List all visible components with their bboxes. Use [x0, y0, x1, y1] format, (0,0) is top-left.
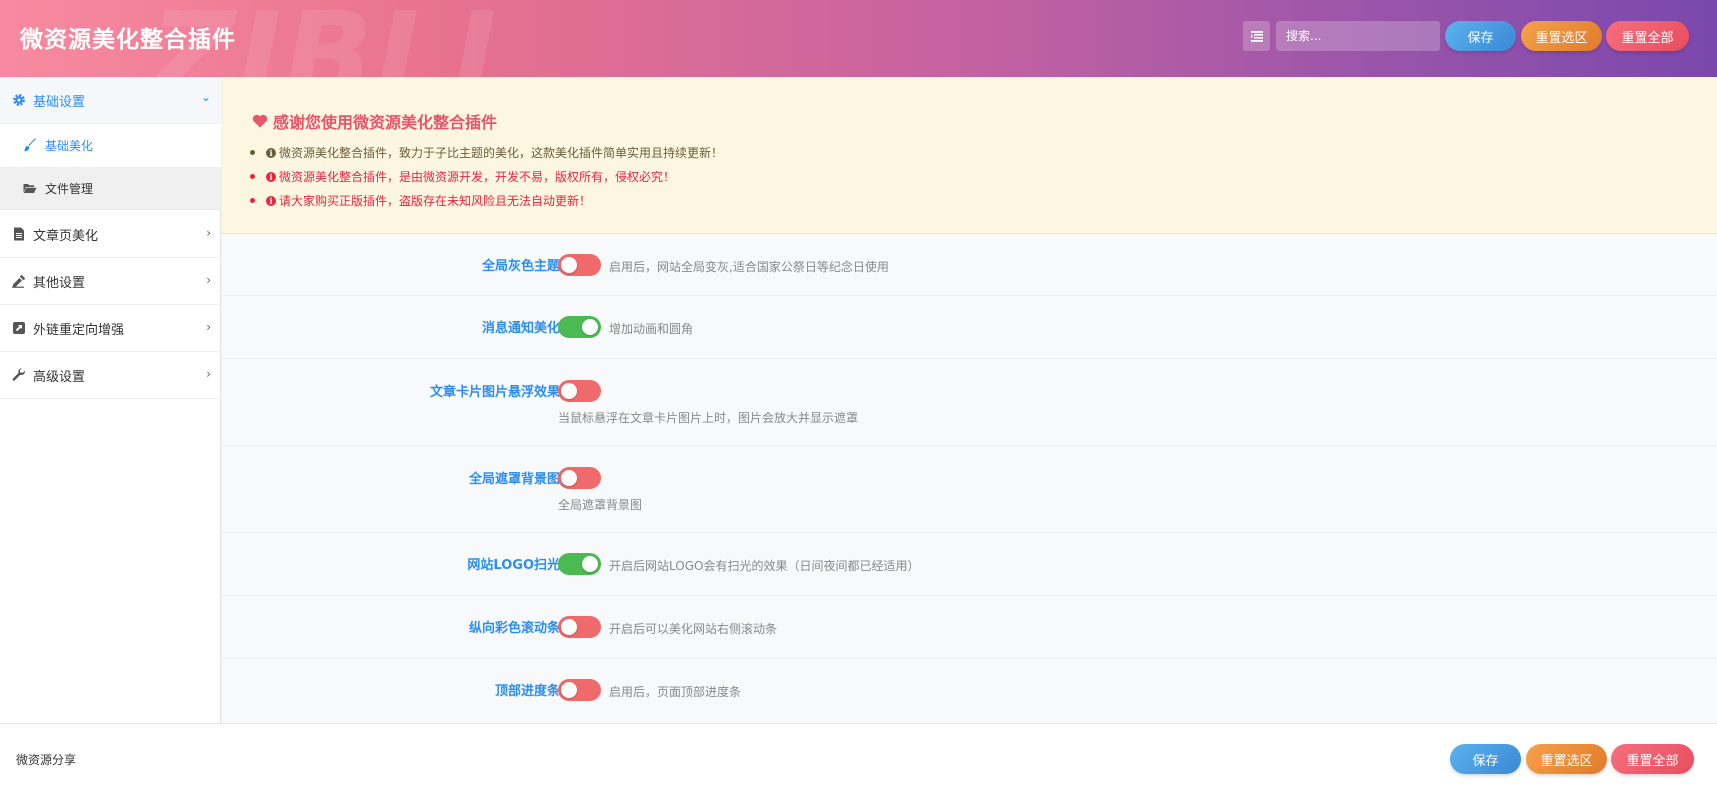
heart-icon	[252, 114, 268, 128]
info-icon: i	[266, 195, 276, 206]
app-header: ZIBLL 微资源美化整合插件 保存 重置选区 重置全部	[0, 0, 1717, 77]
setting-description: 增加动画和圆角	[609, 322, 694, 336]
setting-row-notification-beautify: 消息通知美化 增加动画和圆角	[222, 296, 1717, 359]
toggle-switch[interactable]	[558, 553, 601, 575]
chevron-right-icon: ›	[206, 226, 211, 240]
setting-row-global-gray: 全局灰色主题 启用后，网站全局变灰,适合国家公祭日等纪念日使用	[222, 234, 1717, 296]
setting-row-color-scrollbar: 纵向彩色滚动条 开启后可以美化网站右侧滚动条	[222, 596, 1717, 659]
sidebar-item-external-link[interactable]: 外链重定向增强 ›	[0, 305, 221, 352]
notice-title: 感谢您使用微资源美化整合插件	[252, 109, 497, 133]
notice-bullet: i 请大家购买正版插件，盗版存在未知风险且无法自动更新！	[250, 192, 591, 209]
sidebar-item-label: 其他设置	[33, 275, 86, 291]
chevron-right-icon: ›	[206, 273, 211, 287]
sidebar-subitem-label: 基础美化	[45, 139, 94, 153]
chevron-down-icon: ⌄	[200, 90, 211, 104]
setting-description: 开启后网站LOGO会有扫光的效果（日间夜间都已经适用）	[609, 559, 920, 573]
footer-text: 微资源分享	[16, 753, 77, 767]
setting-label: 全局遮罩背景图	[468, 472, 560, 487]
setting-row-mask-background: 全局遮罩背景图 全局遮罩背景图	[222, 446, 1717, 533]
notice-bullet: i 微资源美化整合插件，是由微资源开发，开发不易，版权所有，侵权必究！	[250, 168, 675, 185]
setting-label: 消息通知美化	[481, 321, 560, 336]
sidebar-item-article-beautify[interactable]: 文章页美化 ›	[0, 211, 221, 258]
toggle-switch[interactable]	[558, 616, 601, 638]
setting-label: 全局灰色主题	[481, 259, 560, 274]
toggle-switch[interactable]	[558, 467, 601, 489]
footer-bar: 微资源分享 保存 重置选区 重置全部	[0, 723, 1717, 794]
sidebar-item-label: 外链重定向增强	[33, 322, 125, 338]
info-icon: i	[266, 147, 276, 158]
footer-save-button[interactable]: 保存	[1450, 744, 1521, 774]
chevron-right-icon: ›	[206, 367, 211, 381]
external-link-icon	[12, 321, 26, 335]
sidebar: 基础设置 ⌄ 基础美化 文件管理 文章页美化 › 其他设置 › 外链重定向增强 …	[0, 77, 221, 723]
setting-label: 网站LOGO扫光	[467, 558, 560, 573]
setting-description: 全局遮罩背景图	[558, 498, 643, 512]
eyedropper-icon	[12, 274, 26, 288]
list-icon[interactable]	[1243, 21, 1270, 51]
setting-row-logo-shine: 网站LOGO扫光 开启后网站LOGO会有扫光的效果（日间夜间都已经适用）	[222, 533, 1717, 596]
toggle-switch[interactable]	[558, 316, 601, 338]
file-text-icon	[12, 227, 26, 241]
sidebar-item-other-settings[interactable]: 其他设置 ›	[0, 258, 221, 305]
chevron-right-icon: ›	[206, 320, 211, 334]
app-title: 微资源美化整合插件	[20, 27, 236, 53]
setting-label: 纵向彩色滚动条	[468, 621, 560, 636]
notice-title-text: 感谢您使用微资源美化整合插件	[273, 113, 498, 132]
sidebar-item-label: 基础设置	[33, 94, 86, 110]
setting-description: 当鼠标悬浮在文章卡片图片上时，图片会放大并显示遮罩	[558, 411, 859, 425]
notice-bullet-text: 请大家购买正版插件，盗版存在未知风险且无法自动更新！	[279, 194, 592, 208]
setting-label: 顶部进度条	[494, 684, 560, 699]
notice-bullet-text: 微资源美化整合插件，是由微资源开发，开发不易，版权所有，侵权必究！	[279, 170, 676, 184]
search-input[interactable]	[1276, 21, 1440, 51]
toggle-switch[interactable]	[558, 380, 601, 402]
header-save-button[interactable]: 保存	[1445, 21, 1516, 51]
settings-content: 感谢您使用微资源美化整合插件 i 微资源美化整合插件，致力于子比主题的美化，这款…	[222, 77, 1717, 723]
brush-icon	[23, 138, 37, 152]
footer-reset-all-button[interactable]: 重置全部	[1611, 744, 1694, 774]
setting-row-top-progress: 顶部进度条 启用后，页面顶部进度条	[222, 659, 1717, 723]
header-reset-section-button[interactable]: 重置选区	[1521, 21, 1602, 51]
toggle-switch[interactable]	[558, 679, 601, 701]
sidebar-item-label: 高级设置	[33, 369, 86, 385]
notice-bullet: i 微资源美化整合插件，致力于子比主题的美化，这款美化插件简单实用且持续更新！	[250, 144, 723, 161]
toggle-switch[interactable]	[558, 254, 601, 276]
setting-description: 开启后可以美化网站右侧滚动条	[609, 622, 778, 636]
sidebar-subitem-basic-beautify[interactable]: 基础美化	[0, 124, 221, 167]
setting-row-card-hover: 文章卡片图片悬浮效果 当鼠标悬浮在文章卡片图片上时，图片会放大并显示遮罩	[222, 359, 1717, 446]
header-reset-all-button[interactable]: 重置全部	[1606, 21, 1689, 51]
setting-description: 启用后，网站全局变灰,适合国家公祭日等纪念日使用	[609, 260, 889, 274]
sidebar-subitem-file-manage[interactable]: 文件管理	[0, 167, 221, 210]
footer-reset-section-button[interactable]: 重置选区	[1526, 744, 1607, 774]
gear-icon	[12, 93, 26, 107]
setting-description: 启用后，页面顶部进度条	[609, 685, 742, 699]
info-icon: i	[266, 171, 276, 182]
setting-label: 文章卡片图片悬浮效果	[429, 385, 560, 400]
sidebar-item-label: 文章页美化	[33, 228, 99, 244]
folder-open-icon	[23, 181, 37, 195]
sidebar-item-basic-settings[interactable]: 基础设置 ⌄	[0, 77, 221, 124]
notice-bullet-text: 微资源美化整合插件，致力于子比主题的美化，这款美化插件简单实用且持续更新！	[279, 146, 724, 160]
notice-panel: 感谢您使用微资源美化整合插件 i 微资源美化整合插件，致力于子比主题的美化，这款…	[222, 77, 1717, 234]
sidebar-subitem-label: 文件管理	[45, 181, 94, 196]
sidebar-item-advanced-settings[interactable]: 高级设置 ›	[0, 352, 221, 399]
wrench-icon	[12, 368, 26, 382]
